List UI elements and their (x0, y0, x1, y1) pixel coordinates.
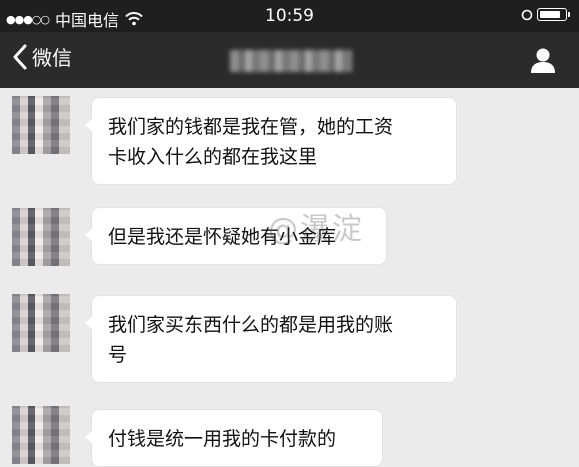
status-right (521, 8, 570, 21)
status-time: 10:59 (265, 6, 314, 26)
back-button[interactable]: 微信 (12, 42, 72, 71)
back-button-label: 微信 (32, 46, 72, 70)
nav-bar: 微信 (0, 32, 579, 88)
chat-area[interactable]: 我们家的钱都是我在管，她的工资 卡收入什么的都在我这里 但是我还是怀疑她有小金库… (0, 88, 579, 467)
message-bubble[interactable]: 我们家买东西什么的都是用我的账 号 (85, 296, 456, 382)
status-bar: ●●●○○ 中国电信 10:59 (0, 0, 579, 32)
avatar[interactable] (12, 96, 70, 154)
battery-icon (537, 8, 570, 21)
avatar[interactable] (12, 406, 70, 464)
person-icon[interactable] (529, 46, 557, 74)
lock-rotation-icon (521, 9, 533, 20)
message-bubble[interactable]: 但是我还是怀疑她有小金库 (85, 208, 386, 264)
avatar[interactable] (12, 208, 70, 266)
avatar[interactable] (12, 294, 70, 352)
chat-title-pixelated (230, 50, 352, 72)
chevron-left-icon (13, 44, 27, 69)
message-bubble[interactable]: 付钱是统一用我的卡付款的 (85, 410, 382, 466)
message-bubble[interactable]: 我们家的钱都是我在管，她的工资 卡收入什么的都在我这里 (85, 98, 456, 184)
